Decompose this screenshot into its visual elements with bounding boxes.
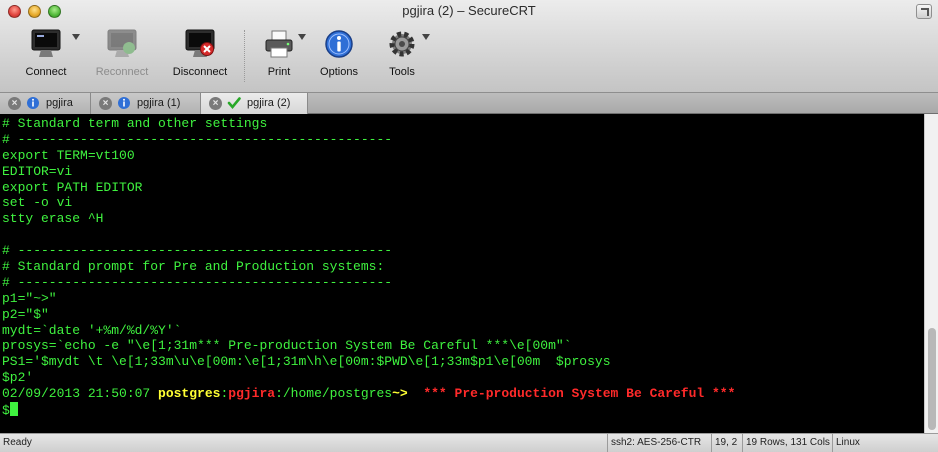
info-icon xyxy=(325,30,353,58)
status-cursor-position: 19, 2 xyxy=(711,434,742,452)
prompt-gap xyxy=(408,386,424,401)
terminal-line: PS1='$mydt \t \e[1;33m\u\e[00m:\e[1;31m\… xyxy=(2,354,611,370)
tab-pgjira-2[interactable]: × pgjira (2) xyxy=(201,93,308,114)
terminal-line: EDITOR=vi xyxy=(2,163,73,179)
terminal-line: # --------------------------------------… xyxy=(2,274,393,290)
connect-dropdown-arrow-icon[interactable] xyxy=(72,34,80,40)
tab-label: pgjira (1) xyxy=(137,97,181,109)
status-ready: Ready xyxy=(3,437,32,448)
print-dropdown-arrow-icon[interactable] xyxy=(298,34,306,40)
terminal-line: export TERM=vt100 xyxy=(2,147,135,163)
checkmark-icon xyxy=(227,97,241,110)
tools-button[interactable]: Tools xyxy=(384,26,420,84)
title-toolbar-area: pgjira (2) – SecureCRT Connect Reconnect xyxy=(0,0,938,93)
gear-icon xyxy=(389,31,415,57)
status-terminal-size: 19 Rows, 131 Cols xyxy=(742,434,832,452)
terminal-cursor xyxy=(9,402,18,417)
fullscreen-button[interactable] xyxy=(916,4,932,19)
tools-dropdown-arrow-icon[interactable] xyxy=(422,34,430,40)
terminal-line: # Standard term and other settings xyxy=(2,116,268,131)
info-icon xyxy=(27,97,39,109)
disconnect-icon xyxy=(185,29,215,57)
close-tab-icon[interactable]: × xyxy=(99,97,112,110)
connect-label: Connect xyxy=(25,66,67,78)
info-icon xyxy=(118,97,130,109)
status-os: Linux xyxy=(832,434,938,452)
tab-label: pgjira (2) xyxy=(247,97,291,109)
terminal-line: prosys=`echo -e "\e[1;31m*** Pre-product… xyxy=(2,338,572,354)
tab-pgjira-1[interactable]: × pgjira (1) xyxy=(91,93,201,114)
tools-label: Tools xyxy=(389,66,415,78)
terminal-line: # Standard prompt for Pre and Production… xyxy=(2,259,385,275)
printer-icon xyxy=(265,30,293,58)
options-button[interactable]: Options xyxy=(314,26,364,84)
prompt-warning: *** Pre-production System Be Careful *** xyxy=(423,386,736,402)
terminal-line: p1="~>" xyxy=(2,290,57,306)
terminal-input-line[interactable]: $ xyxy=(2,402,924,418)
status-cipher: ssh2: AES-256-CTR xyxy=(607,434,711,452)
terminal-line: set -o vi xyxy=(2,195,73,211)
tab-pgjira[interactable]: × pgjira xyxy=(0,93,91,114)
reconnect-label: Reconnect xyxy=(95,66,149,78)
prompt-host: pgjira xyxy=(228,386,276,402)
terminal-screen[interactable]: # Standard term and other settings # ---… xyxy=(0,114,924,433)
reconnect-button[interactable]: Reconnect xyxy=(90,26,154,84)
scrollbar-thumb[interactable] xyxy=(928,328,936,430)
window-title: pgjira (2) – SecureCRT xyxy=(402,3,536,18)
prompt-datetime: 02/09/2013 21:50:07 xyxy=(2,386,159,402)
securecrt-window: pgjira (2) – SecureCRT Connect Reconnect xyxy=(0,0,938,452)
terminal-line: export PATH EDITOR xyxy=(2,179,143,195)
close-tab-icon[interactable]: × xyxy=(209,97,222,110)
prompt-path: :/home/postgres xyxy=(275,386,393,402)
disconnect-label: Disconnect xyxy=(172,66,228,78)
disconnect-button[interactable]: Disconnect xyxy=(166,26,234,84)
terminal-prompt-line: 02/09/2013 21:50:07 postgres:pgjira:/hom… xyxy=(2,386,924,402)
tab-label: pgjira xyxy=(46,97,73,109)
terminal-line: p2="$" xyxy=(2,306,49,322)
terminal-line: mydt=`date '+%m/%d/%Y'` xyxy=(2,322,182,338)
prompt-dollar: $ xyxy=(2,403,10,419)
terminal-line: # --------------------------------------… xyxy=(2,243,393,259)
terminal-line: $p2' xyxy=(2,370,34,386)
prompt-user: postgres xyxy=(158,386,221,402)
options-label: Options xyxy=(320,66,358,78)
prompt-arrow: ~> xyxy=(392,386,408,402)
close-tab-icon[interactable]: × xyxy=(8,97,21,110)
reconnect-icon xyxy=(107,29,137,57)
terminal-scrollbar[interactable] xyxy=(924,114,938,433)
connect-button[interactable]: Connect xyxy=(18,26,74,84)
toolbar-separator xyxy=(244,30,245,82)
terminal-line: stty erase ^H xyxy=(2,211,104,227)
session-tab-strip: × pgjira × pgjira (1) × pgjira (2) xyxy=(0,93,938,114)
print-label: Print xyxy=(267,66,291,78)
print-button[interactable]: Print xyxy=(262,26,296,84)
terminal-line: # --------------------------------------… xyxy=(2,131,393,147)
status-bar: Ready ssh2: AES-256-CTR 19, 2 19 Rows, 1… xyxy=(0,433,938,452)
monitor-icon xyxy=(31,29,61,57)
